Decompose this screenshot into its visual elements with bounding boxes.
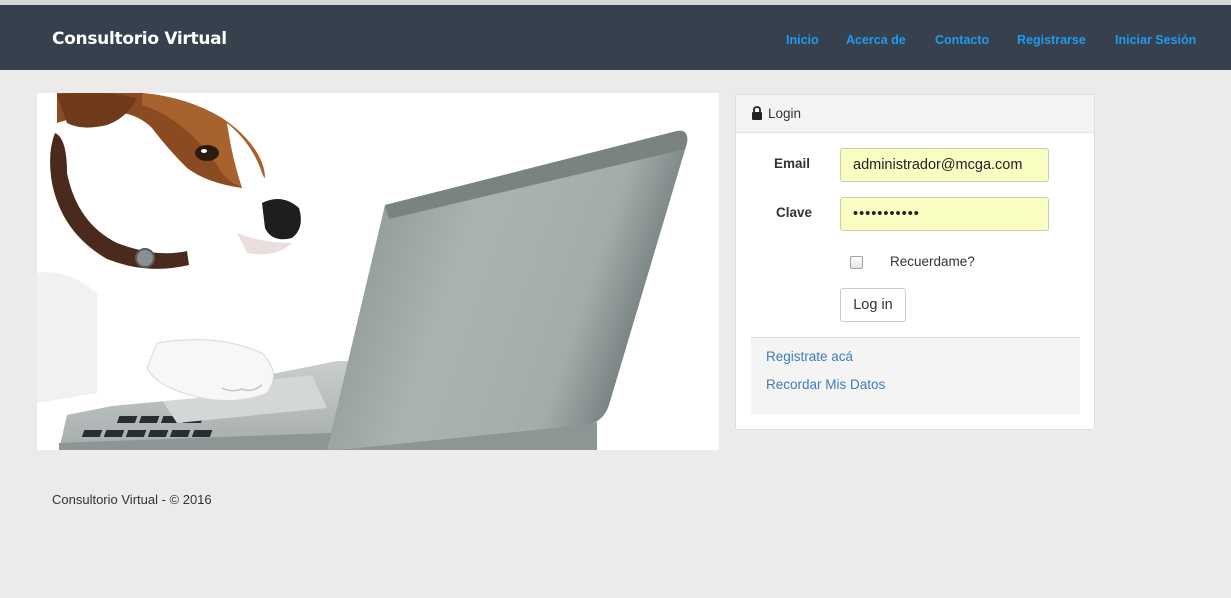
login-panel-footer: Registrate acá Recordar Mis Datos bbox=[751, 337, 1080, 414]
lock-icon bbox=[752, 106, 762, 120]
login-panel: Login Email Clave Recuerdame? Log in Reg… bbox=[735, 94, 1095, 430]
nav-link-acerca-de[interactable]: Acerca de bbox=[846, 33, 906, 47]
email-label: Email bbox=[774, 156, 811, 171]
login-panel-header: Login bbox=[736, 95, 1094, 133]
login-title: Login bbox=[768, 106, 802, 121]
brand-link[interactable]: Consultorio Virtual bbox=[52, 29, 227, 49]
recover-data-link[interactable]: Recordar Mis Datos bbox=[766, 377, 885, 392]
nav-link-iniciar-sesion[interactable]: Iniciar Sesión bbox=[1115, 33, 1196, 47]
page-footer: Consultorio Virtual - © 2016 bbox=[52, 492, 212, 507]
navbar: Consultorio Virtual Inicio Acerca de Con… bbox=[0, 5, 1231, 70]
login-button[interactable]: Log in bbox=[840, 288, 906, 322]
password-field[interactable] bbox=[840, 197, 1049, 231]
nav-link-registrarse[interactable]: Registrarse bbox=[1017, 33, 1086, 47]
dog-laptop-illustration bbox=[37, 93, 719, 450]
remember-me-checkbox[interactable] bbox=[850, 256, 863, 269]
hero-image bbox=[37, 93, 719, 450]
register-link[interactable]: Registrate acá bbox=[766, 349, 853, 364]
email-field[interactable] bbox=[840, 148, 1049, 182]
password-label: Clave bbox=[776, 205, 813, 220]
nav-link-inicio[interactable]: Inicio bbox=[786, 33, 819, 47]
nav-link-contacto[interactable]: Contacto bbox=[935, 33, 989, 47]
remember-me-label: Recuerdame? bbox=[890, 254, 975, 269]
